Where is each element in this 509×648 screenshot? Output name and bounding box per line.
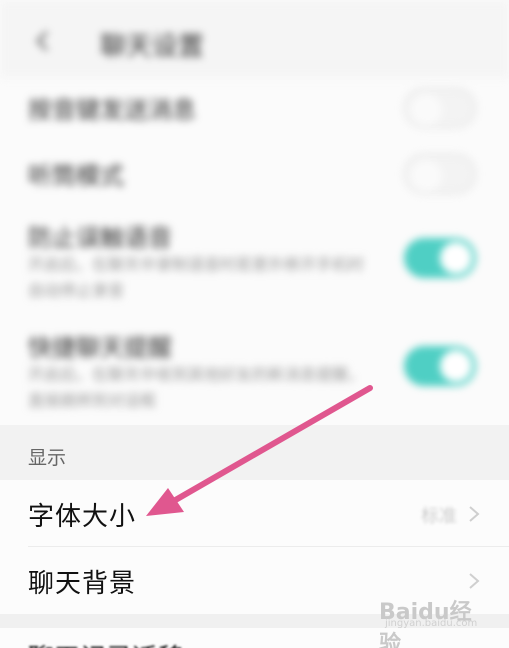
setting-row[interactable]: 按音键发送消息 — [0, 78, 509, 144]
blurred-content: 聊天设置 按音键发送消息 听筒模式 防止误触语音 开启后，在聊天中录制语音时若意… — [0, 0, 509, 425]
setting-row[interactable]: 听筒模式 — [0, 144, 509, 210]
setting-row[interactable]: 防止误触语音 开启后，在聊天中录制语音时若意外移开手机时自动停止录音 — [0, 210, 509, 310]
toggle-switch[interactable] — [404, 88, 476, 128]
toggle-knob — [440, 242, 472, 274]
font-size-item[interactable]: 字体大小 标准 — [0, 480, 509, 547]
watermark-subtext: jingyan.baidu.com — [385, 618, 478, 629]
toggle-switch[interactable] — [404, 346, 476, 386]
chat-background-label: 聊天背景 — [28, 569, 137, 599]
setting-row-subtitle: 开启后，在聊天中录制语音时若意外移开手机时自动停止录音 — [28, 255, 365, 300]
setting-row-title: 快捷聊天提醒 — [28, 334, 172, 362]
settings-screen: 聊天设置 按音键发送消息 听筒模式 防止误触语音 开启后，在聊天中录制语音时若意… — [0, 0, 509, 648]
section-label: 显示 — [28, 447, 67, 469]
setting-row-title: 听筒模式 — [28, 162, 124, 190]
font-size-value: 标准 — [421, 506, 457, 527]
font-size-label: 字体大小 — [28, 502, 137, 532]
app-bar: 聊天设置 — [0, 0, 509, 78]
blurred-settings-area: 聊天设置 按音键发送消息 听筒模式 防止误触语音 开启后，在聊天中录制语音时若意… — [0, 0, 509, 425]
toggle-knob — [410, 94, 442, 126]
arrow-left-icon[interactable] — [30, 28, 56, 54]
setting-row-title: 按音键发送消息 — [28, 96, 196, 124]
watermark-logo: Baidu经验 jingyan.baidu.com — [371, 588, 491, 648]
page-title: 聊天设置 — [100, 32, 205, 62]
toggle-switch[interactable] — [404, 238, 476, 278]
chevron-right-icon — [469, 506, 480, 522]
next-setting-label: 聊天记录迁移 — [28, 638, 184, 648]
setting-row-subtitle: 开启后，在聊天中收到其他好友的新消息提醒，直接跳转到对话框 — [28, 365, 365, 410]
toggle-knob — [410, 160, 442, 192]
setting-row-title: 防止误触语音 — [28, 224, 172, 252]
section-header-display: 显示 — [0, 425, 509, 480]
toggle-knob — [440, 350, 472, 382]
setting-row[interactable]: 快捷聊天提醒 开启后，在聊天中收到其他好友的新消息提醒，直接跳转到对话框 — [0, 318, 509, 418]
list-divider — [28, 546, 509, 547]
toggle-switch[interactable] — [404, 154, 476, 194]
